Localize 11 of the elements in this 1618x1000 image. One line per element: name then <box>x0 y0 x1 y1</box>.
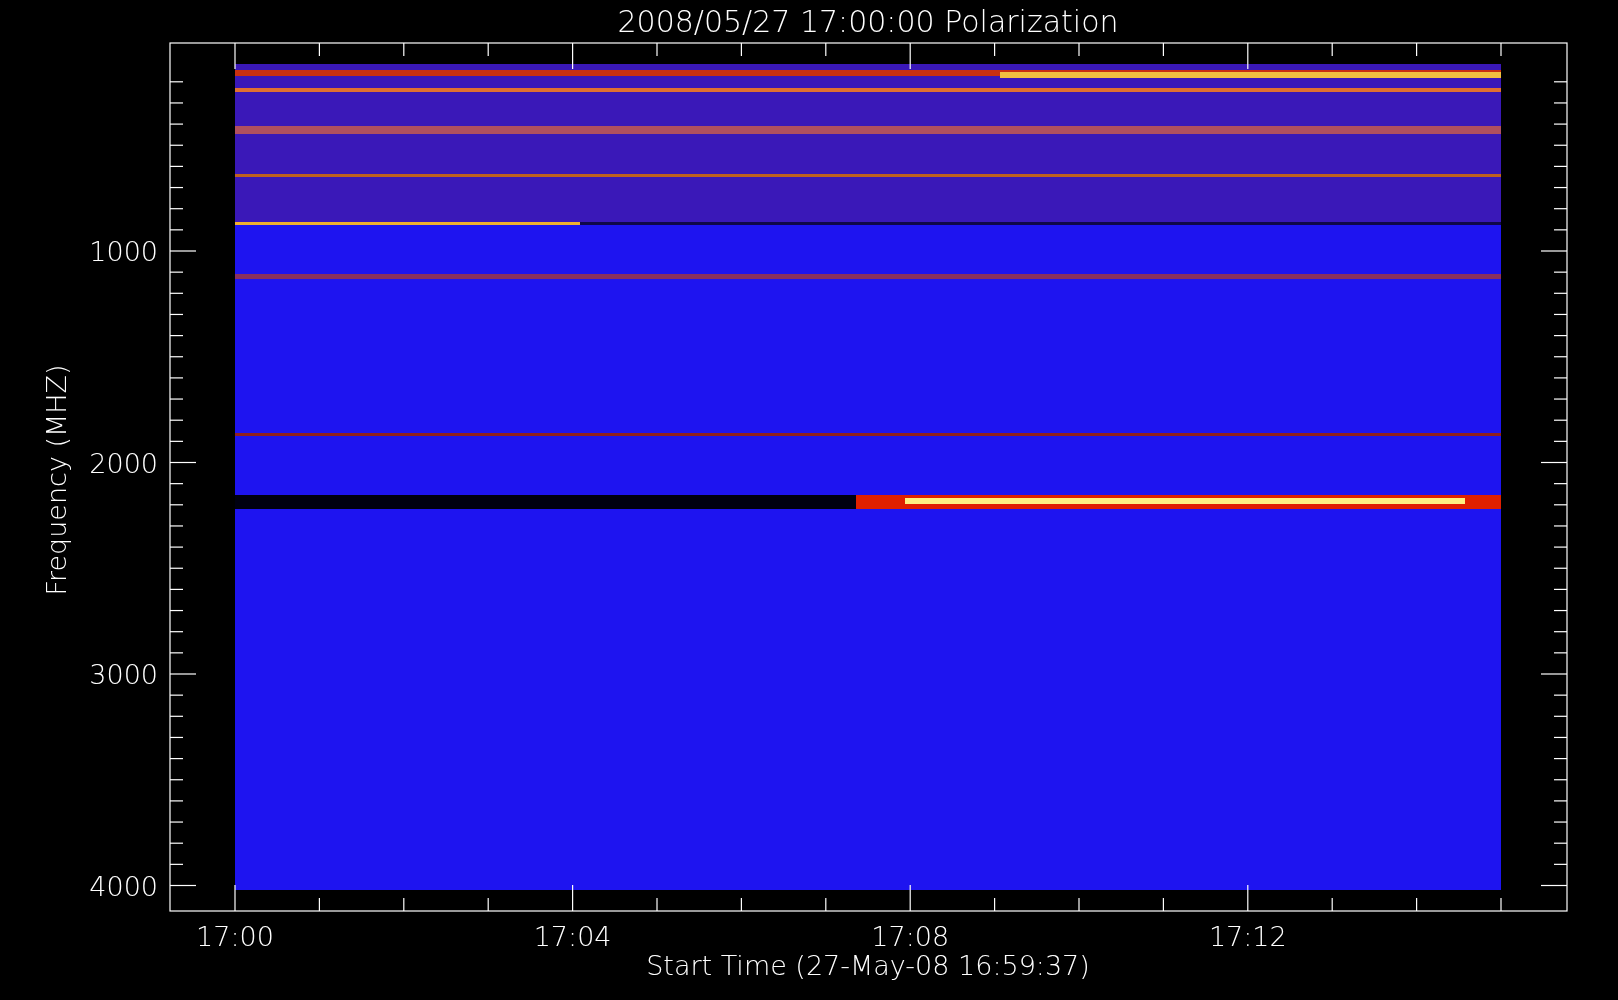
x-tick-label: 17:04 <box>533 921 612 952</box>
x-axis-label: Start Time (27-May-08 16:59:37) <box>646 950 1090 981</box>
x-tick-label: 17:08 <box>871 921 950 952</box>
y-tick-label: 2000 <box>89 447 158 479</box>
y-axis-label: Frequency (MHZ) <box>41 364 72 596</box>
y-tick-label: 4000 <box>89 870 158 902</box>
y-tick-label: 3000 <box>89 659 158 690</box>
y-tick-label: 1000 <box>89 236 158 267</box>
chart-title: 2008/05/27 17:00:00 Polarization <box>617 4 1119 39</box>
x-tick-label: 17:12 <box>1208 921 1287 952</box>
x-tick-label: 17:00 <box>196 921 274 952</box>
